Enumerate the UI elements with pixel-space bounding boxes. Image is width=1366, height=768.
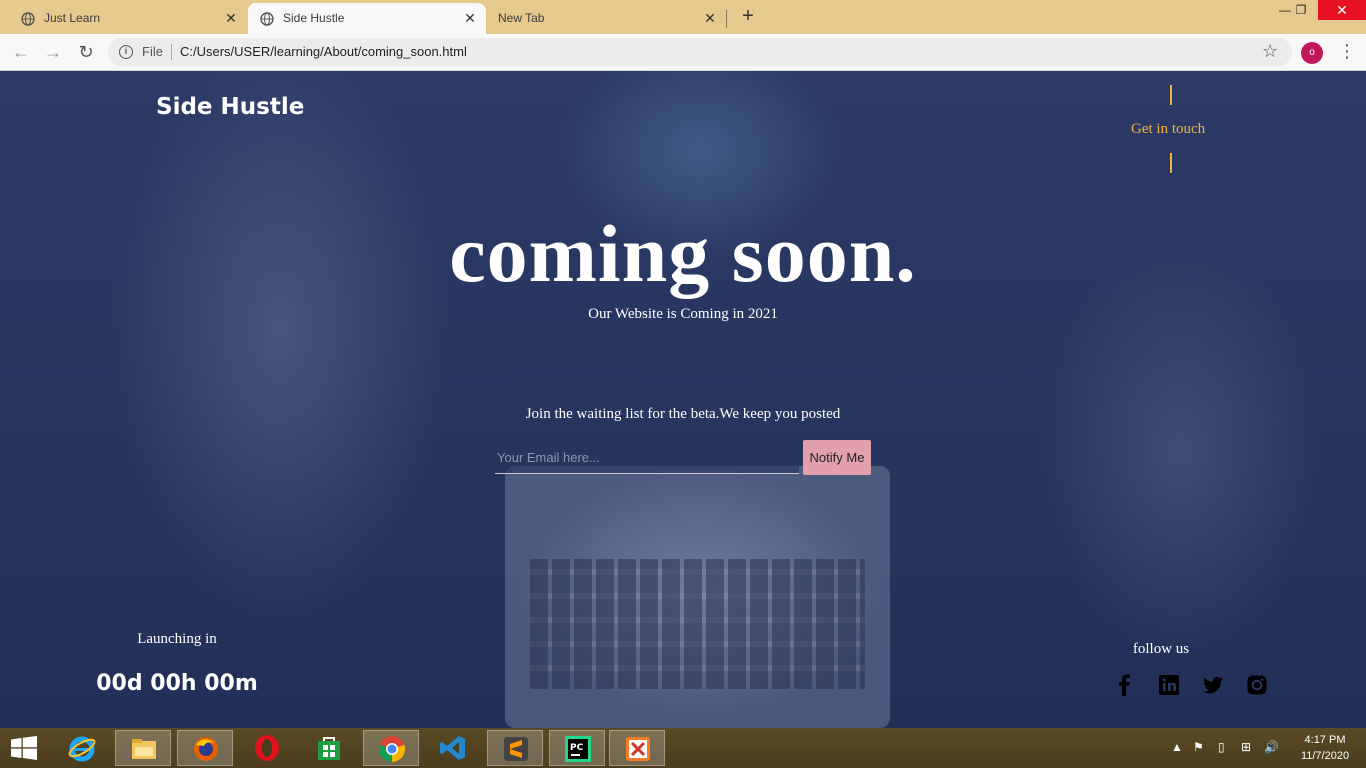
tab-title: Side Hustle: [283, 11, 345, 25]
taskbar-internet-explorer[interactable]: [54, 730, 110, 766]
brand-logo-text[interactable]: Side Hustle: [156, 94, 304, 120]
scheme-label: File: [142, 44, 163, 59]
get-in-touch-link[interactable]: Get in touch: [1131, 121, 1205, 138]
back-arrow-icon[interactable]: ←: [10, 41, 32, 63]
network-icon[interactable]: ⊞: [1241, 740, 1251, 754]
system-tray: ▲ ⚑ ▯ ⊞ 🔊: [1168, 738, 1279, 758]
chevron-up-icon[interactable]: ▲: [1171, 740, 1183, 754]
clock-time: 4:17 PM: [1304, 734, 1346, 746]
taskbar-xampp[interactable]: [609, 730, 665, 766]
contact-nav: Get in touch: [1120, 85, 1222, 175]
taskbar-opera[interactable]: [239, 730, 295, 766]
clock-date: 11/7/2020: [1300, 750, 1350, 762]
taskbar-store[interactable]: [301, 730, 357, 766]
file-explorer-icon: [132, 739, 156, 759]
page-subheading: Our Website is Coming in 2021: [588, 306, 778, 322]
vscode-icon: [440, 736, 465, 760]
tab-new-tab[interactable]: New Tab ✕: [486, 3, 726, 34]
store-icon: [318, 737, 340, 760]
battery-icon[interactable]: ▯: [1218, 740, 1225, 754]
taskbar-file-explorer[interactable]: [115, 730, 171, 766]
close-tab-icon[interactable]: ✕: [461, 9, 479, 27]
tab-separator: [726, 10, 727, 28]
linkedin-icon[interactable]: [1158, 674, 1180, 696]
new-tab-icon[interactable]: +: [737, 6, 759, 28]
globe-icon: [260, 12, 274, 26]
social-links: [1114, 674, 1274, 698]
svg-text:PC: PC: [570, 743, 584, 753]
profile-avatar[interactable]: o: [1301, 42, 1323, 64]
url-text[interactable]: C:/Users/USER/learning/About/coming_soon…: [180, 44, 467, 59]
sublime-icon: [504, 737, 528, 761]
browser-toolbar: ← → ↻ i File C:/Users/USER/learning/Abou…: [0, 34, 1366, 71]
facebook-icon[interactable]: [1114, 674, 1136, 696]
reload-icon[interactable]: ↻: [75, 41, 97, 63]
email-input[interactable]: [495, 442, 799, 474]
page-headline: coming soon.: [449, 208, 917, 299]
bookmark-star-icon[interactable]: ☆: [1262, 41, 1278, 62]
action-center-icon[interactable]: ⚑: [1193, 740, 1204, 754]
chrome-icon: [379, 736, 405, 762]
contact-divider-bottom: [1170, 153, 1172, 173]
close-tab-icon[interactable]: ✕: [222, 9, 240, 27]
twitter-icon[interactable]: [1202, 674, 1224, 696]
windows-taskbar: PC ▲ ⚑ ▯ ⊞ 🔊 4:17 PM 11/7/2020: [0, 728, 1366, 768]
address-separator: [171, 44, 172, 60]
forward-arrow-icon[interactable]: →: [42, 41, 64, 63]
tab-just-learn[interactable]: Just Learn ✕: [0, 3, 245, 34]
background-keyboard-photo: [530, 559, 865, 689]
tab-side-hustle[interactable]: Side Hustle ✕: [248, 3, 486, 34]
instagram-icon[interactable]: [1246, 674, 1268, 696]
firefox-icon: [194, 737, 218, 761]
coming-soon-page: Side Hustle Get in touch coming soon. Ou…: [0, 71, 1366, 728]
contact-divider-top: [1170, 85, 1172, 105]
close-tab-icon[interactable]: ✕: [701, 9, 719, 27]
xampp-icon: [626, 737, 650, 761]
countdown-timer: 00d 00h 00m: [96, 671, 258, 696]
tab-title: Just Learn: [44, 11, 101, 25]
internet-explorer-icon: [68, 736, 96, 762]
taskbar-pycharm[interactable]: PC: [549, 730, 605, 766]
kebab-menu-icon[interactable]: ⋮: [1338, 42, 1356, 64]
info-icon[interactable]: i: [119, 45, 133, 59]
taskbar-firefox[interactable]: [177, 730, 233, 766]
volume-icon[interactable]: 🔊: [1264, 740, 1279, 754]
pycharm-icon: PC: [565, 736, 591, 762]
taskbar-vscode[interactable]: [425, 730, 481, 766]
opera-icon: [255, 735, 279, 761]
window-close-icon[interactable]: ✕: [1318, 0, 1366, 20]
waitlist-text: Join the waiting list for the beta.We ke…: [525, 406, 841, 422]
address-bar[interactable]: i File C:/Users/USER/learning/About/comi…: [108, 38, 1292, 66]
taskbar-sublime[interactable]: [487, 730, 543, 766]
taskbar-chrome[interactable]: [363, 730, 419, 766]
browser-tab-strip: Just Learn ✕ Side Hustle ✕ New Tab ✕ + —…: [0, 0, 1366, 34]
launch-label: Launching in: [137, 631, 217, 647]
taskbar-clock[interactable]: 4:17 PM 11/7/2020: [1290, 732, 1360, 764]
globe-icon: [21, 12, 35, 26]
windows-start-icon[interactable]: [10, 736, 38, 760]
notify-me-button[interactable]: Notify Me: [803, 440, 871, 475]
follow-us-label: follow us: [1132, 641, 1190, 657]
tab-title: New Tab: [498, 11, 545, 25]
maximize-icon[interactable]: ❐: [1286, 0, 1316, 20]
